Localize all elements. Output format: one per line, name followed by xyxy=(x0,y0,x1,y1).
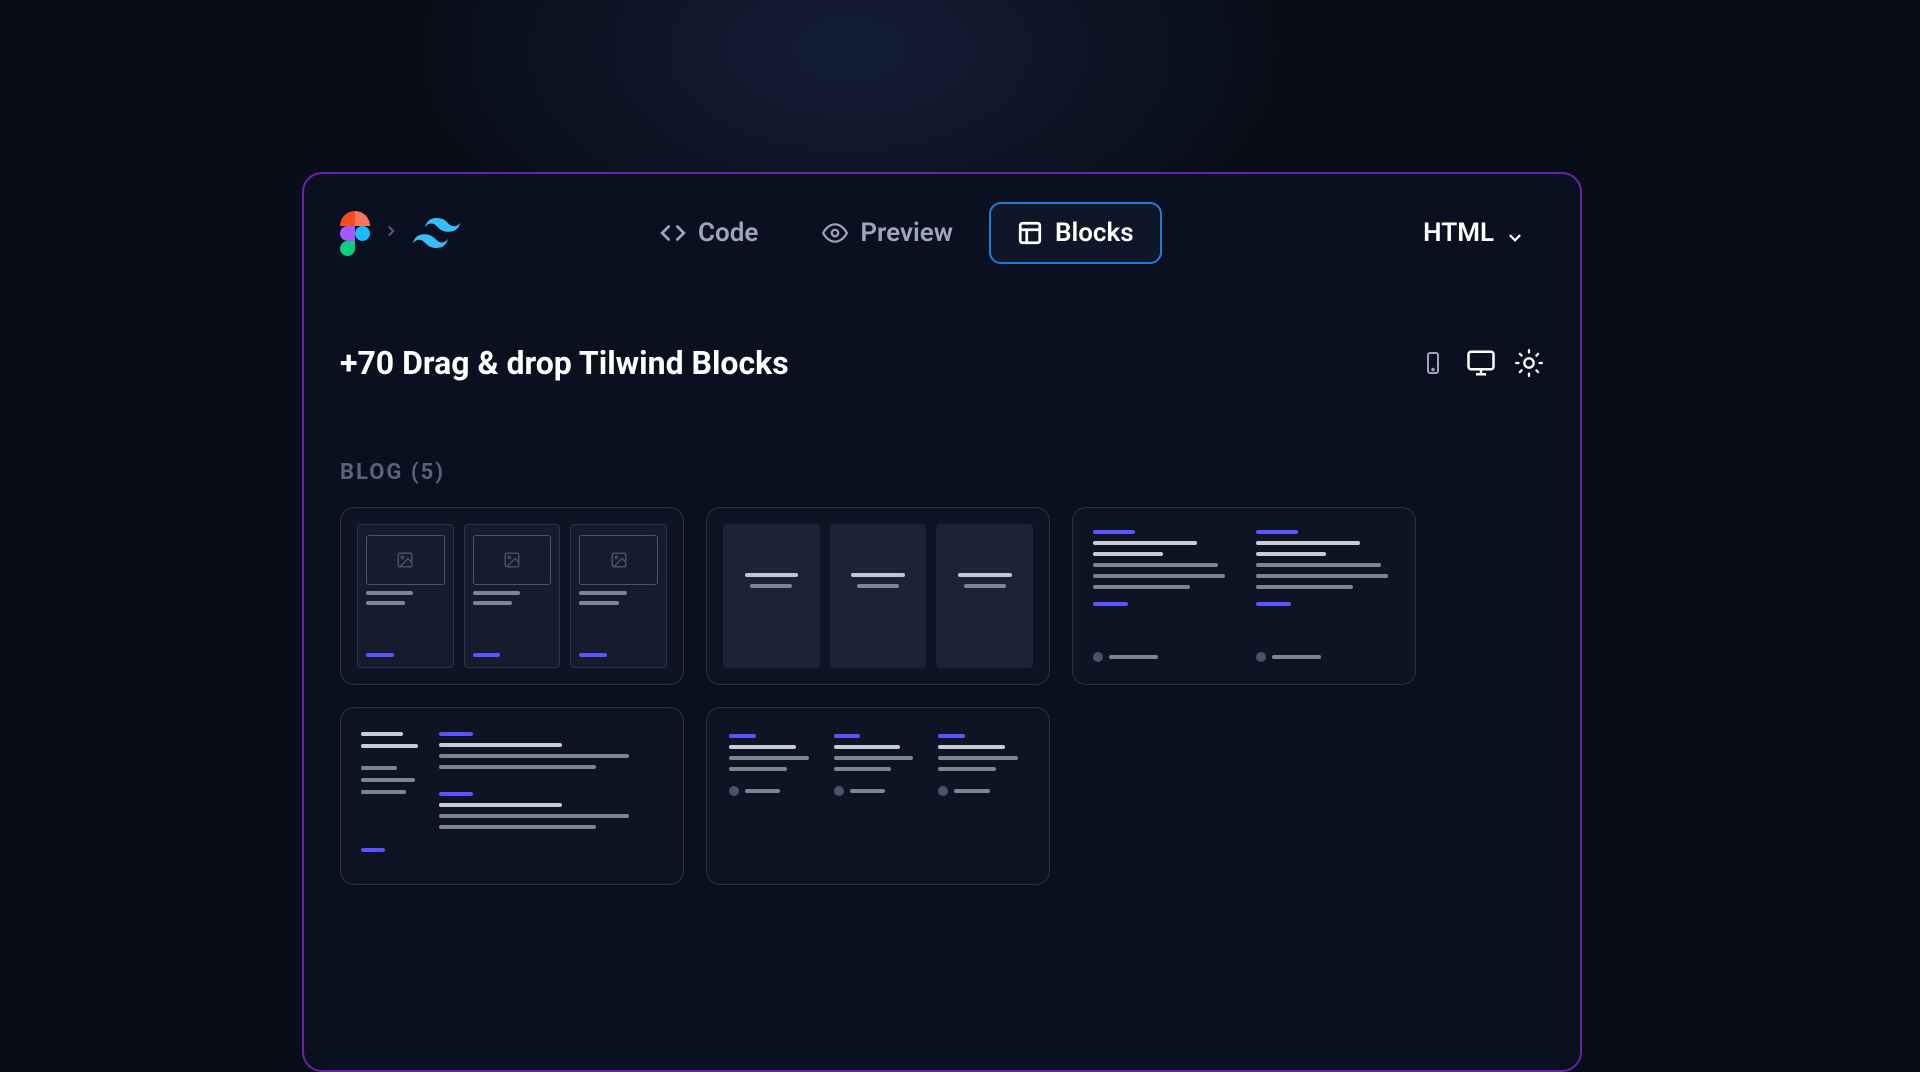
device-toggles xyxy=(1418,348,1544,378)
desktop-view-button[interactable] xyxy=(1466,348,1496,378)
format-dropdown-value: HTML xyxy=(1423,218,1494,248)
block-card-1[interactable] xyxy=(340,507,684,685)
tailwind-icon xyxy=(412,218,462,248)
plugin-panel: Code Preview Blocks HTML +70 xyxy=(302,172,1582,1072)
layout-icon xyxy=(1017,220,1043,246)
section-label: BLOG (5) xyxy=(340,460,1544,485)
code-icon xyxy=(660,220,686,246)
tab-code[interactable]: Code xyxy=(632,202,786,264)
tab-preview[interactable]: Preview xyxy=(794,202,981,264)
eye-icon xyxy=(822,220,848,246)
mobile-view-button[interactable] xyxy=(1418,348,1448,378)
tab-blocks[interactable]: Blocks xyxy=(989,202,1162,264)
tab-preview-label: Preview xyxy=(860,218,953,248)
figma-icon xyxy=(340,211,370,256)
logo-group xyxy=(340,211,462,256)
view-tabs: Code Preview Blocks xyxy=(632,202,1162,264)
sub-header: +70 Drag & drop Tilwind Blocks xyxy=(340,344,1544,382)
block-card-3[interactable] xyxy=(1072,507,1416,685)
format-dropdown[interactable]: HTML xyxy=(1403,204,1544,262)
tab-blocks-label: Blocks xyxy=(1055,218,1134,248)
block-card-5[interactable] xyxy=(706,707,1050,885)
block-card-2[interactable] xyxy=(706,507,1050,685)
block-card-4[interactable] xyxy=(340,707,684,885)
blocks-grid xyxy=(340,507,1544,885)
arrow-right-icon xyxy=(382,221,400,245)
chevron-down-icon xyxy=(1506,224,1524,242)
tab-code-label: Code xyxy=(698,218,758,248)
theme-toggle-button[interactable] xyxy=(1514,348,1544,378)
page-title: +70 Drag & drop Tilwind Blocks xyxy=(340,344,789,382)
top-bar: Code Preview Blocks HTML xyxy=(340,202,1544,264)
